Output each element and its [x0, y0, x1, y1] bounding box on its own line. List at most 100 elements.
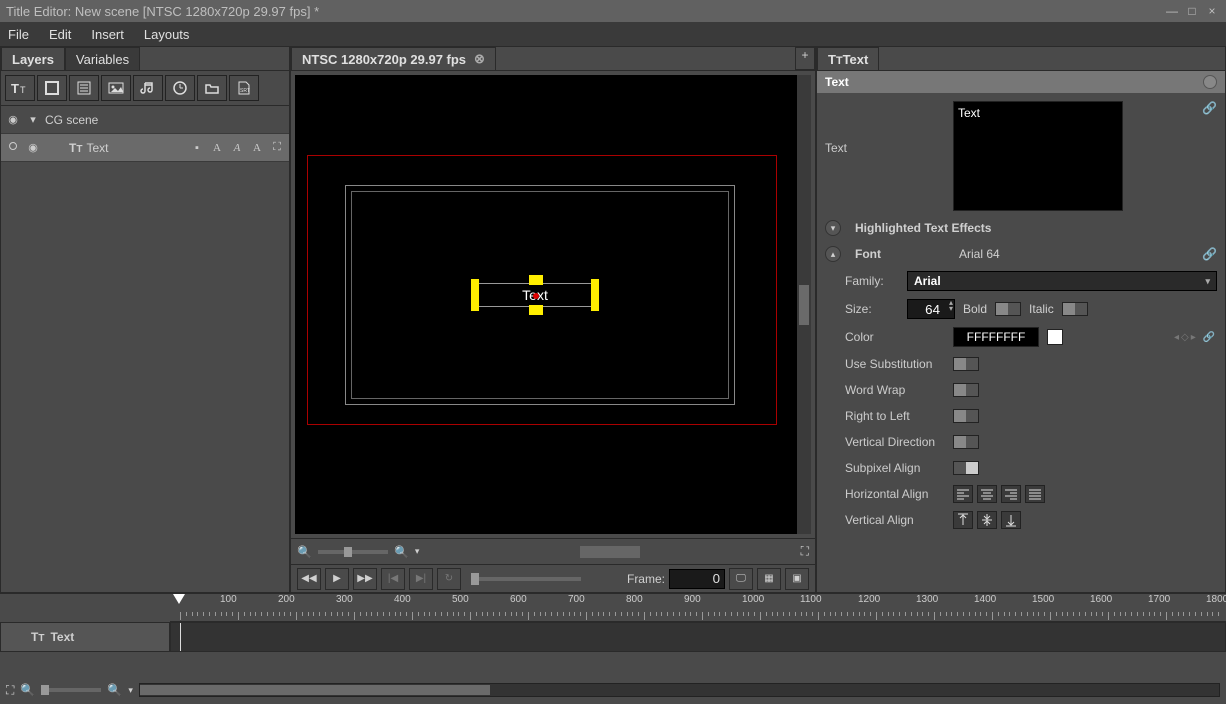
section-toggle-icon[interactable] — [1203, 75, 1217, 89]
layer-action-icon[interactable]: ⛶ — [269, 140, 285, 156]
rewind-button[interactable]: ◀◀ — [297, 568, 321, 590]
output-icon[interactable]: ▣ — [785, 568, 809, 590]
resize-handle[interactable] — [471, 279, 479, 295]
valign-middle-button[interactable] — [977, 511, 997, 529]
valign-top-button[interactable] — [953, 511, 973, 529]
add-clock-tool[interactable] — [165, 75, 195, 101]
keyframe-nav-icon[interactable]: ◂◇▸ 🔗 — [1174, 332, 1217, 343]
tab-layers[interactable]: Layers — [1, 47, 65, 70]
color-swatch[interactable] — [1047, 329, 1063, 345]
layer-action-icon[interactable]: ▪ — [189, 140, 205, 156]
playback-slider[interactable] — [471, 573, 479, 585]
resize-handle[interactable] — [471, 295, 479, 311]
collapse-icon[interactable]: ▾ — [25, 112, 41, 128]
subpixel-toggle[interactable] — [953, 461, 979, 475]
timeline-hscrollbar[interactable] — [139, 683, 1220, 697]
zoom-out-icon[interactable]: 🔍 — [20, 683, 35, 697]
play-button[interactable]: ▶ — [325, 568, 349, 590]
timeline-ruler[interactable]: 1002003004005006007008009001000110012001… — [170, 594, 1226, 622]
vdir-toggle[interactable] — [953, 435, 979, 449]
add-image-tool[interactable] — [101, 75, 131, 101]
zoom-out-icon[interactable]: 🔍 — [297, 545, 312, 559]
next-frame-button[interactable]: ▶| — [409, 568, 433, 590]
forward-button[interactable]: ▶▶ — [353, 568, 377, 590]
close-button[interactable]: × — [1204, 3, 1220, 19]
font-size-input[interactable] — [907, 299, 955, 319]
layer-action-icon[interactable]: A — [229, 140, 245, 156]
ruler-tick: 600 — [510, 594, 527, 605]
add-list-tool[interactable] — [69, 75, 99, 101]
section-text-header[interactable]: Text — [817, 71, 1225, 93]
resize-handle[interactable] — [591, 279, 599, 295]
add-shape-tool[interactable] — [37, 75, 67, 101]
resize-handle[interactable] — [591, 295, 599, 311]
menu-insert[interactable]: Insert — [91, 27, 124, 42]
anchor-point-icon[interactable] — [533, 293, 539, 299]
canvas[interactable]: Text — [295, 75, 811, 534]
menu-edit[interactable]: Edit — [49, 27, 71, 42]
grid-icon[interactable]: ▦ — [757, 568, 781, 590]
add-text-tool[interactable]: TT — [5, 75, 35, 101]
fit-icon[interactable]: ⛶ — [6, 683, 14, 698]
link-icon[interactable]: 🔗 — [1202, 101, 1217, 115]
align-left-button[interactable] — [953, 485, 973, 503]
tab-variables[interactable]: Variables — [65, 47, 140, 70]
add-srt-tool[interactable]: SRT — [229, 75, 259, 101]
loop-button[interactable]: ↻ — [437, 568, 461, 590]
zoom-in-icon[interactable]: 🔍 — [107, 683, 122, 697]
menu-layouts[interactable]: Layouts — [144, 27, 190, 42]
resize-handle[interactable] — [529, 305, 543, 315]
playhead-icon[interactable] — [173, 594, 185, 604]
halign-label: Horizontal Align — [845, 487, 945, 501]
align-justify-button[interactable] — [1025, 485, 1045, 503]
align-center-button[interactable] — [977, 485, 997, 503]
add-folder-tool[interactable] — [197, 75, 227, 101]
text-input[interactable]: Text — [953, 101, 1123, 211]
maximize-button[interactable]: □ — [1184, 3, 1200, 19]
resize-handle[interactable] — [529, 275, 543, 285]
layer-action-icon[interactable]: A — [249, 140, 265, 156]
collapse-icon[interactable]: ▴ — [825, 246, 841, 262]
canvas-tab[interactable]: NTSC 1280x720p 29.97 fps ⊗ — [291, 47, 496, 70]
use-sub-toggle[interactable] — [953, 357, 979, 371]
visibility-icon[interactable]: ◉ — [5, 112, 21, 128]
canvas-vscrollbar[interactable] — [797, 75, 811, 534]
layer-action-icon[interactable]: A — [209, 140, 225, 156]
word-wrap-toggle[interactable] — [953, 383, 979, 397]
bold-label: Bold — [963, 302, 987, 316]
add-tab-button[interactable]: + — [795, 47, 815, 70]
timeline-zoom-slider[interactable] — [41, 685, 49, 695]
frame-input[interactable] — [669, 569, 725, 589]
tab-text-props[interactable]: TT Text — [817, 47, 879, 70]
valign-bottom-button[interactable] — [1001, 511, 1021, 529]
font-family-select[interactable]: Arial — [907, 271, 1217, 291]
align-right-button[interactable] — [1001, 485, 1021, 503]
zoom-dropdown-icon[interactable]: ▾ — [415, 546, 420, 557]
font-section-label[interactable]: Font — [855, 247, 951, 261]
italic-toggle[interactable] — [1062, 302, 1088, 316]
link-icon[interactable]: 🔗 — [1202, 247, 1217, 261]
minimize-button[interactable]: — — [1164, 3, 1180, 19]
color-hex-input[interactable]: FFFFFFFF — [953, 327, 1039, 347]
zoom-in-icon[interactable]: 🔍 — [394, 545, 409, 559]
highlighted-effects-label[interactable]: Highlighted Text Effects — [855, 221, 991, 235]
prev-frame-button[interactable]: |◀ — [381, 568, 405, 590]
lock-icon[interactable]: ⭘ — [5, 140, 21, 156]
rtl-toggle[interactable] — [953, 409, 979, 423]
collapse-icon[interactable]: ▾ — [825, 220, 841, 236]
layer-scene-row[interactable]: ◉ ▾ CG scene — [1, 106, 289, 134]
close-tab-icon[interactable]: ⊗ — [474, 51, 485, 67]
frame-label: Frame: — [627, 572, 665, 586]
timeline-track-label[interactable]: TTText — [0, 622, 170, 652]
add-audio-tool[interactable] — [133, 75, 163, 101]
fullscreen-icon[interactable]: ⛶ — [801, 544, 809, 559]
monitor-icon[interactable]: 🖵 — [729, 568, 753, 590]
layer-text-row[interactable]: ⭘ ◉ TT Text ▪ A A A ⛶ — [1, 134, 289, 162]
zoom-dropdown-icon[interactable]: ▾ — [128, 685, 133, 696]
timeline-track[interactable] — [170, 622, 1226, 652]
bold-toggle[interactable] — [995, 302, 1021, 316]
zoom-slider[interactable] — [344, 547, 352, 557]
visibility-icon[interactable]: ◉ — [25, 140, 41, 156]
menu-file[interactable]: File — [8, 27, 29, 42]
canvas-text-object[interactable]: Text — [475, 283, 595, 307]
